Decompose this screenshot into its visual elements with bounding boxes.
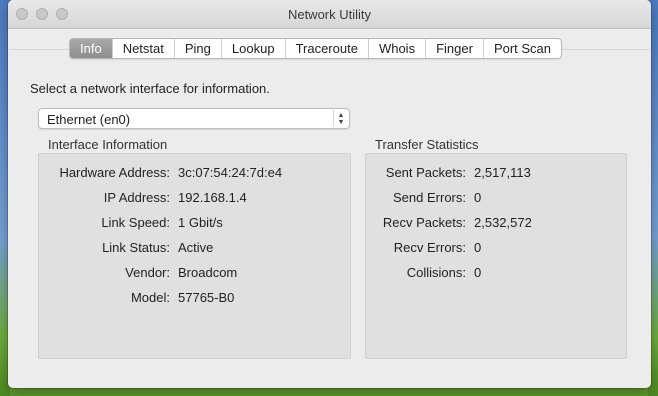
sent-packets-value: 2,517,113 — [474, 165, 531, 180]
interface-select-value: Ethernet (en0) — [47, 112, 131, 127]
recv-packets-label: Recv Packets: — [382, 215, 466, 230]
model-value: 57765-B0 — [178, 290, 235, 305]
interface-prompt: Select a network interface for informati… — [30, 81, 270, 96]
link-speed-value: 1 Gbit/s — [178, 215, 223, 230]
recv-packets-value: 2,532,572 — [474, 215, 532, 230]
interface-select[interactable]: Ethernet (en0) ▲ ▼ — [38, 108, 350, 129]
ip-address-value: 192.168.1.4 — [178, 190, 247, 205]
ip-address-label: IP Address: — [103, 190, 170, 205]
collisions-value: 0 — [474, 265, 482, 280]
window-title: Network Utility — [287, 7, 372, 22]
tab-bar: Info Netstat Ping Lookup Traceroute Whoi… — [69, 38, 563, 59]
up-down-chevron-icon: ▲ ▼ — [333, 110, 348, 127]
hardware-address-value: 3c:07:54:24:7d:e4 — [178, 165, 283, 180]
tab-finger[interactable]: Finger — [425, 39, 483, 58]
sent-packets-label: Sent Packets: — [385, 165, 466, 180]
vendor-value: Broadcom — [178, 265, 238, 280]
link-speed-label: Link Speed: — [101, 215, 170, 230]
tab-lookup[interactable]: Lookup — [220, 39, 285, 58]
recv-errors-value: 0 — [474, 240, 482, 255]
tab-whois[interactable]: Whois — [367, 39, 425, 58]
tab-ping[interactable]: Ping — [173, 39, 221, 58]
interface-info-title: Interface Information — [48, 137, 168, 152]
recv-errors-label: Recv Errors: — [393, 240, 466, 255]
tab-netstat[interactable]: Netstat — [111, 39, 174, 58]
network-utility-window: Network Utility Select a network interfa… — [8, 0, 651, 388]
info-pane: Select a network interface for informati… — [9, 49, 650, 387]
transfer-stats-box: Sent Packets: 2,517,113 Send Errors: 0 R… — [365, 153, 627, 359]
send-errors-value: 0 — [474, 190, 482, 205]
link-status-label: Link Status: — [102, 240, 170, 255]
interface-info-box: Hardware Address: 3c:07:54:24:7d:e4 IP A… — [38, 153, 351, 359]
link-status-value: Active — [178, 240, 214, 255]
tab-port-scan[interactable]: Port Scan — [482, 39, 561, 58]
send-errors-label: Send Errors: — [393, 190, 466, 205]
vendor-label: Vendor: — [125, 265, 170, 280]
hardware-address-label: Hardware Address: — [59, 165, 170, 180]
model-label: Model: — [130, 290, 170, 305]
transfer-stats-title: Transfer Statistics — [375, 137, 479, 152]
tab-info[interactable]: Info — [70, 39, 112, 58]
collisions-label: Collisions: — [406, 265, 466, 280]
title-bar[interactable]: Network Utility — [8, 0, 651, 29]
tab-traceroute[interactable]: Traceroute — [284, 39, 368, 58]
